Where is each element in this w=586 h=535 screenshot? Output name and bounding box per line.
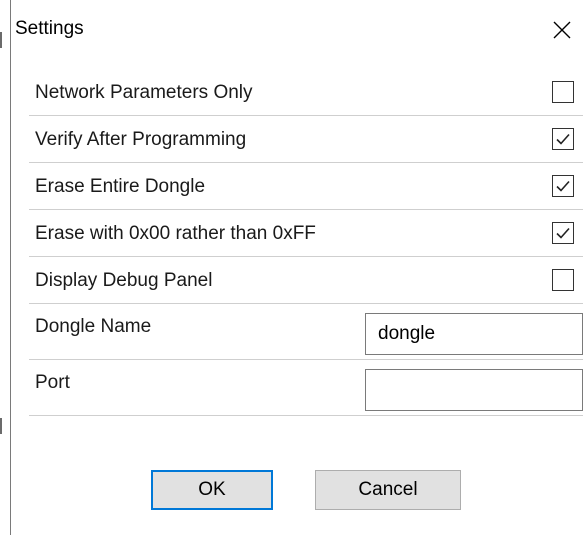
settings-list: Network Parameters Only Verify After Pro… — [29, 69, 583, 416]
dialog-title: Settings — [15, 18, 84, 39]
settings-dialog: Settings Network Parameters Only Verify … — [10, 0, 586, 535]
option-row-display-debug-panel[interactable]: Display Debug Panel — [29, 257, 583, 304]
background-window-edge — [0, 0, 10, 535]
option-label: Erase with 0x00 rather than 0xFF — [35, 223, 316, 244]
cancel-button[interactable]: Cancel — [315, 470, 461, 510]
port-label: Port — [35, 372, 70, 393]
option-row-network-parameters-only[interactable]: Network Parameters Only — [29, 69, 583, 116]
option-row-erase-entire-dongle[interactable]: Erase Entire Dongle — [29, 163, 583, 210]
option-row-verify-after-programming[interactable]: Verify After Programming — [29, 116, 583, 163]
erase-with-0x00-checkbox[interactable] — [552, 222, 574, 244]
display-debug-panel-checkbox[interactable] — [552, 269, 574, 291]
checkmark-icon — [556, 227, 570, 239]
close-icon — [553, 21, 571, 39]
erase-entire-dongle-checkbox[interactable] — [552, 175, 574, 197]
network-parameters-only-checkbox[interactable] — [552, 81, 574, 103]
option-label: Verify After Programming — [35, 129, 247, 150]
verify-after-programming-checkbox[interactable] — [552, 128, 574, 150]
ok-button[interactable]: OK — [151, 470, 273, 510]
option-row-erase-with-0x00[interactable]: Erase with 0x00 rather than 0xFF — [29, 210, 583, 257]
checkmark-icon — [556, 180, 570, 192]
option-label: Erase Entire Dongle — [35, 176, 206, 197]
dongle-name-input[interactable] — [365, 313, 583, 355]
title-bar[interactable]: Settings — [11, 0, 586, 60]
edge-mark — [0, 32, 2, 48]
option-label: Display Debug Panel — [35, 270, 213, 291]
dongle-name-label: Dongle Name — [35, 316, 152, 337]
edge-mark — [0, 418, 2, 434]
field-row-port: Port — [29, 360, 583, 416]
field-row-dongle-name: Dongle Name — [29, 304, 583, 360]
close-button[interactable] — [544, 12, 580, 48]
port-input[interactable] — [365, 369, 583, 411]
option-label: Network Parameters Only — [35, 82, 253, 103]
checkmark-icon — [556, 133, 570, 145]
